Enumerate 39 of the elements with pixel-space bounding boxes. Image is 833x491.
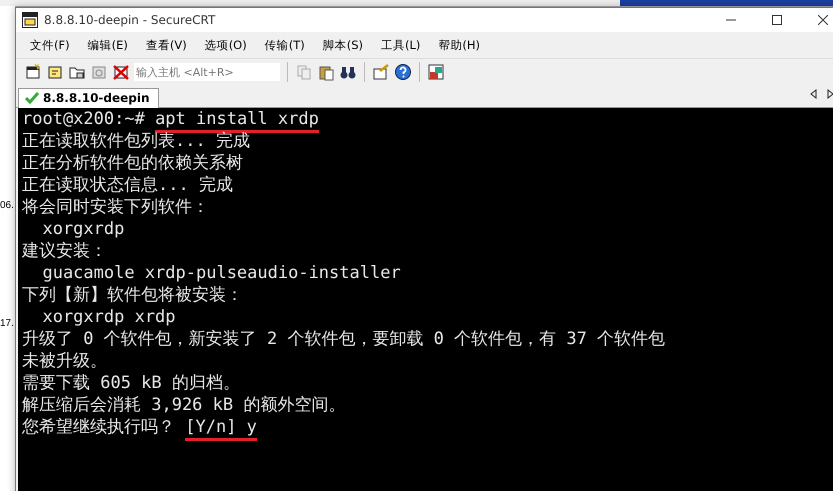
terminal-text: 正在读取状态信息... 完成: [22, 175, 233, 195]
help-icon[interactable]: [394, 63, 412, 81]
terminal-text: 正在分析软件包的依赖关系树: [22, 153, 243, 173]
terminal-text: xorgxrdp xrdp: [41, 307, 176, 327]
terminal-text: 将会同时安装下列软件：: [22, 197, 209, 217]
terminal-text: 下列【新】软件包将被安装：: [22, 285, 243, 305]
scroll-left-icon[interactable]: [810, 89, 817, 99]
terminal-text: 解压缩后会消耗 3,926 kB 的额外空间。: [22, 395, 346, 415]
window-title: 8.8.8.10-deepin - SecureCRT: [44, 13, 216, 27]
underlined-text: [Y/n] y: [185, 417, 257, 441]
settings-icon[interactable]: [372, 63, 390, 81]
terminal-text: 您希望继续执行吗？: [22, 417, 176, 437]
terminal-text: xorgxrdp: [41, 219, 124, 239]
new-session-icon[interactable]: [24, 63, 42, 81]
menu-item[interactable]: 选项(O): [196, 36, 255, 54]
close-icon: [818, 15, 828, 25]
background-text: 06.: [0, 200, 14, 211]
scroll-right-icon[interactable]: [827, 89, 833, 99]
terminal-text: 未被升级。: [22, 351, 107, 371]
menu-item[interactable]: 帮助(H): [430, 36, 488, 54]
app-icon: [22, 12, 38, 28]
session-tab[interactable]: 8.8.8.10-deepin: [18, 88, 159, 108]
host-field[interactable]: 输入主机 <Alt+R>: [134, 63, 280, 81]
terminal-text: root@x200:~#: [22, 109, 146, 129]
terminal-text: 正在读取软件包列表... 完成: [22, 131, 250, 151]
terminal-text: 升级了 0 个软件包，新安装了 2 个软件包，要卸载 0 个软件包，有 37 个软件包: [22, 329, 666, 349]
menu-item[interactable]: 脚本(S): [314, 36, 371, 54]
terminal-text: 需要下载 605 kB 的归档。: [22, 373, 240, 393]
disconnect-icon[interactable]: [112, 63, 130, 81]
terminal-text: 建议安装：: [22, 241, 107, 261]
menu-item[interactable]: 查看(V): [138, 36, 195, 54]
menu-item[interactable]: 编辑(E): [80, 36, 136, 54]
maximize-icon: [772, 15, 782, 25]
menu-item[interactable]: 传输(T): [256, 36, 313, 54]
underlined-text: apt install xrdp: [155, 109, 319, 133]
terminal-text: guacamole xrdp-pulseaudio-installer: [41, 263, 401, 283]
background-text: 17.: [0, 318, 14, 329]
menu-item[interactable]: 工具(L): [373, 36, 428, 54]
menu-item[interactable]: 文件(F): [22, 36, 78, 54]
